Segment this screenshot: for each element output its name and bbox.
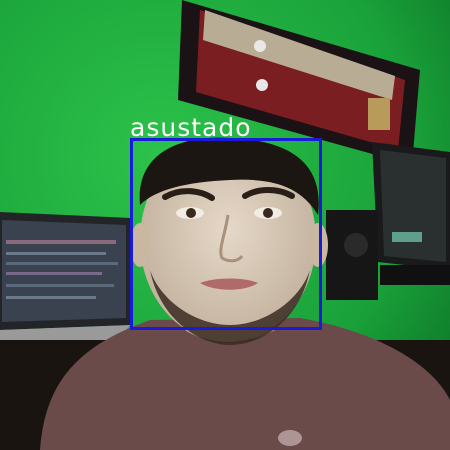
emotion-label: asustado — [130, 113, 252, 142]
face-detection-box — [130, 138, 322, 330]
laptop — [0, 212, 130, 356]
webcam-frame: asustado — [0, 0, 450, 450]
